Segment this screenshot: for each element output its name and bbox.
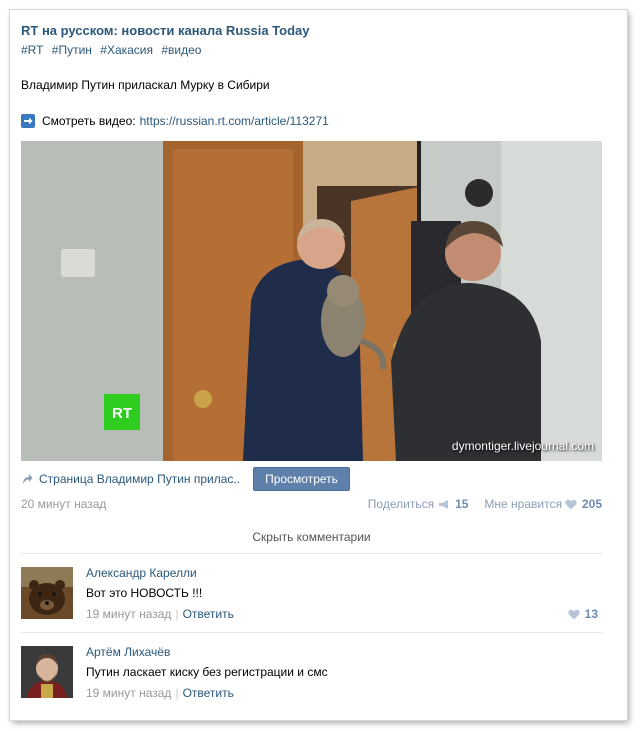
video-frame-image: RT	[21, 141, 602, 461]
watch-video-label: Смотреть видео:	[42, 114, 136, 128]
hashtag-khakasia[interactable]: #Хакасия	[100, 43, 153, 57]
divider: |	[175, 607, 179, 621]
comment-meta: 19 минут назад | Ответить	[86, 686, 234, 700]
article-link[interactable]: https://russian.rt.com/article/113271	[140, 114, 329, 128]
video-thumbnail[interactable]: RT dymontiger.livejournal.com	[21, 141, 602, 461]
shared-page-link[interactable]: Страница Владимир Путин прилас..	[39, 472, 240, 486]
comment-author[interactable]: Александр Карелли	[86, 566, 197, 580]
share-icon	[21, 473, 33, 485]
comment-meta: 19 минут назад | Ответить	[86, 607, 234, 621]
post-text: Владимир Путин приласкал Мурку в Сибири	[21, 78, 270, 92]
avatar[interactable]	[21, 567, 73, 619]
hashtags: #RT #Путин #Хакасия #видео	[21, 43, 206, 57]
video-watermark: dymontiger.livejournal.com	[451, 439, 594, 453]
megaphone-icon	[438, 499, 450, 510]
comments-divider	[21, 553, 602, 554]
heart-icon	[568, 609, 580, 620]
comment-item: Александр Карелли Вот это НОВОСТЬ !!! 19…	[21, 566, 602, 627]
hashtag-rt[interactable]: #RT	[21, 43, 43, 57]
hide-comments-link[interactable]: Скрыть комментарии	[21, 530, 602, 544]
comment-time[interactable]: 19 минут назад	[86, 607, 171, 621]
right-arrow-icon	[21, 114, 35, 128]
post-actions: Поделиться 15 Мне нравится 205	[368, 497, 602, 511]
reply-link[interactable]: Ответить	[183, 686, 234, 700]
share-button[interactable]: Поделиться	[368, 497, 434, 511]
group-title-link[interactable]: RT на русском: новости канала Russia Tod…	[21, 23, 310, 38]
comment-text: Вот это НОВОСТЬ !!!	[86, 586, 203, 600]
hashtag-video[interactable]: #видео	[161, 43, 201, 57]
comment-item: Артём Лихачёв Путин ласкает киску без ре…	[21, 645, 602, 706]
post-time[interactable]: 20 минут назад	[21, 497, 106, 511]
like-button[interactable]: Мне нравится	[484, 497, 562, 511]
view-button[interactable]: Просмотреть	[253, 467, 350, 491]
share-count: 15	[455, 497, 469, 511]
comment-like-count: 13	[584, 607, 598, 621]
like-count: 205	[581, 497, 602, 511]
comment-text: Путин ласкает киску без регистрации и см…	[86, 665, 328, 679]
comment-author[interactable]: Артём Лихачёв	[86, 645, 170, 659]
divider: |	[175, 686, 179, 700]
comment-likes[interactable]: 13	[568, 607, 598, 621]
shared-page-row: Страница Владимир Путин прилас.. Просмот…	[21, 467, 602, 491]
comments-divider	[21, 632, 602, 633]
svg-text:RT: RT	[112, 405, 132, 422]
post-meta: 20 минут назад Поделиться 15 Мне нравитс…	[21, 497, 602, 513]
watch-video-line: Смотреть видео: https://russian.rt.com/a…	[21, 114, 329, 128]
heart-icon	[565, 499, 577, 510]
comment-time[interactable]: 19 минут назад	[86, 686, 171, 700]
avatar[interactable]	[21, 646, 73, 698]
reply-link[interactable]: Ответить	[183, 607, 234, 621]
hashtag-putin[interactable]: #Путин	[52, 43, 92, 57]
